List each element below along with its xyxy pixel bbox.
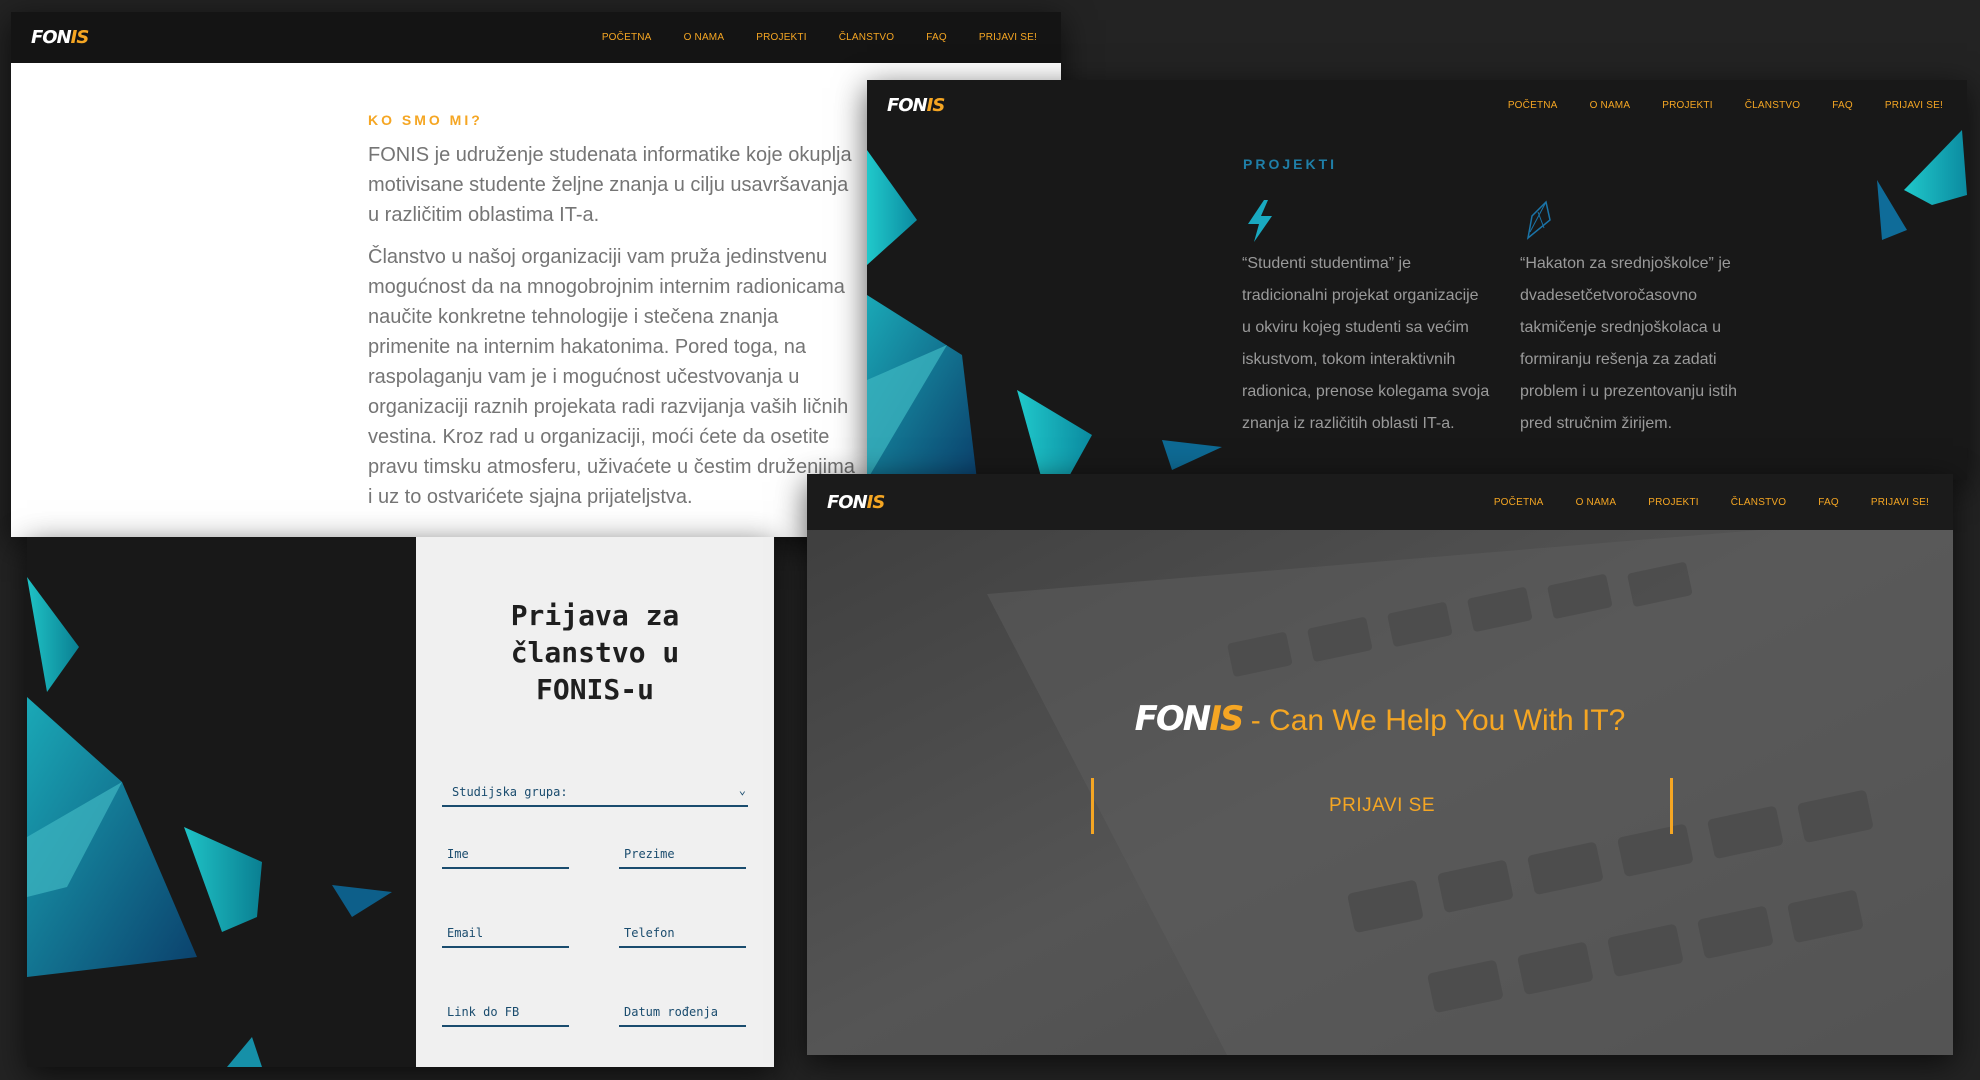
nav-item-projekti[interactable]: PROJEKTI (1648, 497, 1699, 508)
form-title: Prijava za članstvo u FONIS-u (510, 599, 680, 706)
about-kicker: KO SMO MI? (368, 112, 483, 128)
chevron-down-icon: ⌄ (738, 783, 746, 797)
hero-screenshot: FONIS POČETNA O NAMA PROJEKTI ČLANSTVO F… (807, 474, 1953, 1055)
decorative-crystals (27, 577, 392, 1067)
fonis-logo[interactable]: FONIS (31, 27, 89, 48)
keyboard-background-image (807, 474, 1953, 1055)
join-button[interactable]: PRIJAVI SE (1091, 778, 1673, 834)
nav-menu: POČETNA O NAMA PROJEKTI ČLANSTVO FAQ PRI… (602, 32, 1037, 43)
fonis-logo[interactable]: FONIS (887, 95, 945, 116)
project-description: “Hakaton za srednjoškolce” je dvadesetče… (1520, 255, 1738, 432)
phone-field[interactable]: Telefon (619, 920, 746, 948)
nav-item-clanstvo[interactable]: ČLANSTVO (1731, 497, 1787, 508)
last-name-field[interactable]: Prezime (619, 841, 746, 869)
about-paragraph-2: Članstvo u našoj organizaciji vam pruža … (368, 246, 855, 508)
nav-item-prijavi-se[interactable]: PRIJAVI SE! (979, 32, 1037, 43)
nav-item-o-nama[interactable]: O NAMA (1576, 497, 1617, 508)
email-field[interactable]: Email (442, 920, 569, 948)
nav-item-o-nama[interactable]: O NAMA (684, 32, 725, 43)
nav-item-pocetna[interactable]: POČETNA (1494, 497, 1544, 508)
top-nav: FONIS POČETNA O NAMA PROJEKTI ČLANSTVO F… (867, 80, 1967, 131)
projects-kicker: PROJEKTI (1243, 156, 1338, 172)
nav-item-pocetna[interactable]: POČETNA (1508, 100, 1558, 111)
lightning-icon (1248, 200, 1272, 242)
nav-item-clanstvo[interactable]: ČLANSTVO (839, 32, 895, 43)
birth-date-field[interactable]: Datum rođenja (619, 999, 746, 1027)
first-name-field[interactable]: Ime (442, 841, 569, 869)
about-section: KO SMO MI? FONIS je udruženje studenata … (368, 112, 898, 524)
project-description: “Studenti studentima” je tradicionalni p… (1242, 255, 1490, 432)
project-card: “Hakaton za srednjoškolce” je dvadesetče… (1520, 198, 1790, 440)
nav-item-clanstvo[interactable]: ČLANSTVO (1745, 100, 1801, 111)
study-group-select[interactable]: Studijska grupa: ⌄ (442, 781, 748, 807)
hero-logo: FONIS (1134, 699, 1245, 739)
nav-item-faq[interactable]: FAQ (1832, 100, 1853, 111)
nav-menu: POČETNA O NAMA PROJEKTI ČLANSTVO FAQ PRI… (1494, 497, 1929, 508)
nav-item-prijavi-se[interactable]: PRIJAVI SE! (1885, 100, 1943, 111)
nav-menu: POČETNA O NAMA PROJEKTI ČLANSTVO FAQ PRI… (1508, 100, 1943, 111)
membership-form: Prijava za članstvo u FONIS-u Studijska … (416, 537, 774, 1067)
hero-tagline: - Can We Help You With IT? (1250, 704, 1626, 737)
nav-item-faq[interactable]: FAQ (926, 32, 947, 43)
form-screenshot: Prijava za članstvo u FONIS-u Studijska … (27, 537, 775, 1067)
nav-item-faq[interactable]: FAQ (1818, 497, 1839, 508)
fonis-logo[interactable]: FONIS (827, 492, 885, 513)
top-nav: FONIS POČETNA O NAMA PROJEKTI ČLANSTVO F… (807, 474, 1953, 530)
about-paragraph-1: FONIS je udruženje studenata informatike… (368, 144, 852, 226)
nav-item-projekti[interactable]: PROJEKTI (1662, 100, 1713, 111)
nav-item-pocetna[interactable]: POČETNA (602, 32, 652, 43)
rocket-icon (1526, 200, 1551, 240)
nav-item-o-nama[interactable]: O NAMA (1590, 100, 1631, 111)
project-card: “Studenti studentima” je tradicionalni p… (1242, 198, 1512, 440)
top-nav: FONIS POČETNA O NAMA PROJEKTI ČLANSTVO F… (11, 12, 1061, 63)
nav-item-projekti[interactable]: PROJEKTI (756, 32, 807, 43)
fb-link-field[interactable]: Link do FB (442, 999, 569, 1027)
hero-title: FONIS - Can We Help You With IT? (807, 699, 1953, 739)
projects-screenshot: FONIS POČETNA O NAMA PROJEKTI ČLANSTVO F… (867, 80, 1967, 480)
nav-item-prijavi-se[interactable]: PRIJAVI SE! (1871, 497, 1929, 508)
